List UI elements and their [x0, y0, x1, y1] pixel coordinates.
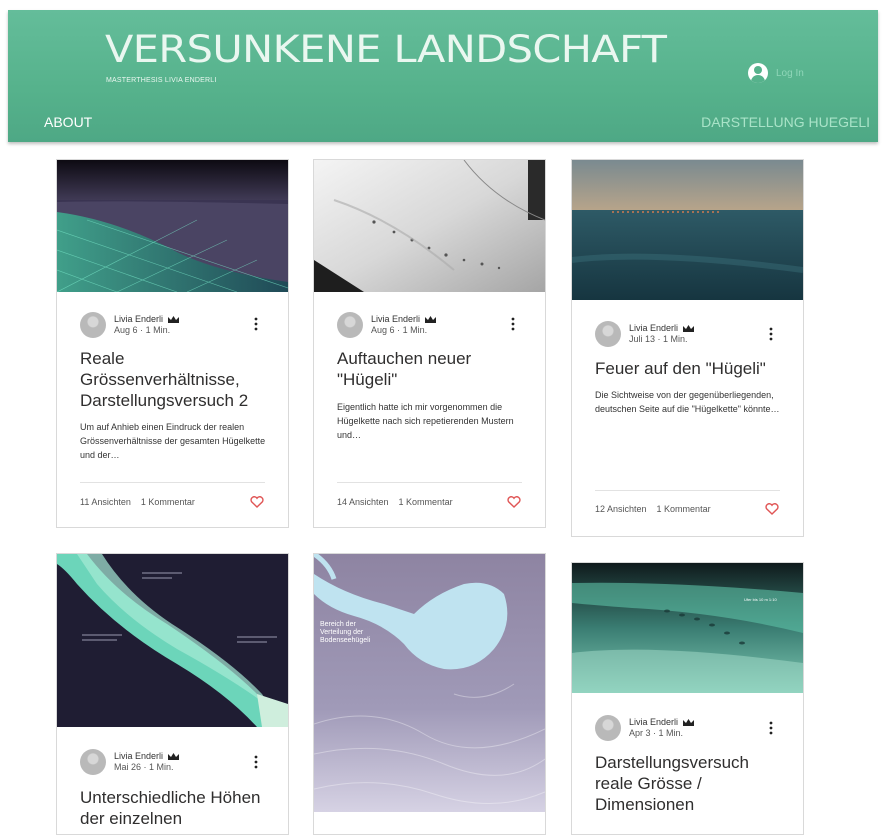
more-options-icon[interactable]: [769, 721, 773, 735]
crown-icon: [424, 316, 436, 324]
comments-count[interactable]: 1 Kommentar: [399, 497, 453, 507]
heart-icon[interactable]: [250, 496, 264, 508]
separator-dot: ·: [143, 762, 147, 772]
post-excerpt: Eigentlich hatte ich mir vorgenommen die…: [337, 402, 514, 440]
post-card[interactable]: Livia Enderli Juli 13 · 1 Min. Feuer auf…: [571, 159, 804, 537]
post-meta: Livia Enderli Aug 6 · 1 Min.: [80, 312, 179, 338]
separator-dot: ·: [140, 325, 144, 335]
post-excerpt: Die Sichtweise von der gegenüberliegende…: [595, 390, 780, 414]
post-meta: Livia Enderli Juli 13 · 1 Min.: [595, 321, 694, 347]
author-avatar[interactable]: [595, 321, 621, 347]
author-avatar[interactable]: [337, 312, 363, 338]
views-count: 12 Ansichten: [595, 504, 647, 514]
post-card[interactable]: Bereich der Verteilung der Bodenseehügeli: [313, 553, 546, 835]
user-avatar-icon[interactable]: [748, 63, 768, 83]
separator-dot: ·: [397, 325, 401, 335]
crown-icon: [167, 316, 179, 324]
post-date: Apr 3: [629, 728, 651, 738]
divider: [80, 482, 265, 483]
post-title[interactable]: Unterschiedliche Höhen der einzelnen: [80, 787, 270, 829]
views-count: 14 Ansichten: [337, 497, 389, 507]
read-time: 1 Min.: [658, 728, 684, 738]
comments-count[interactable]: 1 Kommentar: [141, 497, 195, 507]
separator-dot: ·: [657, 334, 661, 344]
author-name[interactable]: Livia Enderli: [371, 314, 420, 324]
read-time: 1 Min.: [149, 762, 174, 772]
read-time: 1 Min.: [402, 325, 428, 335]
views-count: 11 Ansichten: [80, 497, 131, 507]
nav-item-darstellung-huegeli[interactable]: DARSTELLUNG HUEGELI: [701, 114, 870, 130]
comments-count[interactable]: 1 Kommentar: [657, 504, 711, 514]
more-options-icon[interactable]: [769, 327, 773, 341]
post-card[interactable]: Livia Enderli Aug 6 · 1 Min. Reale Gröss…: [56, 159, 289, 528]
more-options-icon[interactable]: [254, 755, 258, 769]
post-date: Mai 26: [114, 762, 142, 772]
divider: [595, 490, 780, 491]
crown-icon: [167, 753, 179, 761]
heart-icon[interactable]: [507, 496, 521, 508]
post-title[interactable]: Feuer auf den "Hügeli": [595, 358, 785, 379]
post-cover-image[interactable]: Ufer bis 10 m 1:10: [572, 563, 803, 693]
crown-icon: [682, 325, 694, 333]
post-title[interactable]: Auftauchen neuer "Hügeli": [337, 348, 527, 390]
post-stats: 14 Ansichten 1 Kommentar: [337, 497, 453, 507]
login-label[interactable]: Log In: [776, 68, 804, 79]
site-title[interactable]: VERSUNKENE LANDSCHAFT: [105, 28, 667, 71]
post-title[interactable]: Reale Grössenverhältnisse, Darstellungsv…: [80, 348, 270, 411]
crown-icon: [682, 719, 694, 727]
post-stats: 11 Ansichten 1 Kommentar: [80, 497, 195, 507]
post-date: Juli 13: [629, 334, 656, 344]
heart-icon[interactable]: [765, 503, 779, 515]
author-name[interactable]: Livia Enderli: [629, 717, 678, 727]
divider: [337, 482, 522, 483]
author-avatar[interactable]: [80, 749, 106, 775]
post-cover-image[interactable]: [57, 160, 288, 292]
more-options-icon[interactable]: [511, 317, 515, 331]
post-excerpt: Um auf Anhieb einen Eindruck der realen …: [80, 422, 266, 460]
site-header: VERSUNKENE LANDSCHAFT MASTERTHESIS LIVIA…: [8, 10, 878, 142]
post-card[interactable]: Ufer bis 10 m 1:10 Livia Enderli Apr 3 ·…: [571, 562, 804, 835]
post-meta: Livia Enderli Apr 3 · 1 Min.: [595, 715, 694, 741]
author-name[interactable]: Livia Enderli: [114, 314, 163, 324]
post-cover-image[interactable]: [314, 160, 545, 292]
login-button[interactable]: Log In: [748, 63, 804, 83]
post-cover-image[interactable]: Bereich der Verteilung der Bodenseehügeli: [314, 554, 545, 812]
author-name[interactable]: Livia Enderli: [629, 323, 678, 333]
more-options-icon[interactable]: [254, 317, 258, 331]
image-caption: Ufer bis 10 m 1:10: [744, 597, 777, 602]
author-avatar[interactable]: [595, 715, 621, 741]
post-meta: Livia Enderli Mai 26 · 1 Min.: [80, 749, 179, 775]
separator-dot: ·: [653, 728, 657, 738]
post-card[interactable]: Livia Enderli Aug 6 · 1 Min. Auftauchen …: [313, 159, 546, 528]
nav-item-about[interactable]: ABOUT: [44, 114, 92, 130]
read-time: 1 Min.: [663, 334, 688, 344]
post-date: Aug 6: [114, 325, 138, 335]
post-cover-image[interactable]: [572, 160, 803, 300]
post-title[interactable]: Darstellungsversuch reale Grösse / Dimen…: [595, 752, 785, 815]
post-stats: 12 Ansichten 1 Kommentar: [595, 504, 711, 514]
post-meta: Livia Enderli Aug 6 · 1 Min.: [337, 312, 436, 338]
post-cover-image[interactable]: [57, 554, 288, 727]
author-name[interactable]: Livia Enderli: [114, 751, 163, 761]
author-avatar[interactable]: [80, 312, 106, 338]
post-date: Aug 6: [371, 325, 395, 335]
read-time: 1 Min.: [145, 325, 171, 335]
post-card[interactable]: Livia Enderli Mai 26 · 1 Min. Unterschie…: [56, 553, 289, 835]
site-subtitle: MASTERTHESIS LIVIA ENDERLI: [106, 77, 217, 84]
